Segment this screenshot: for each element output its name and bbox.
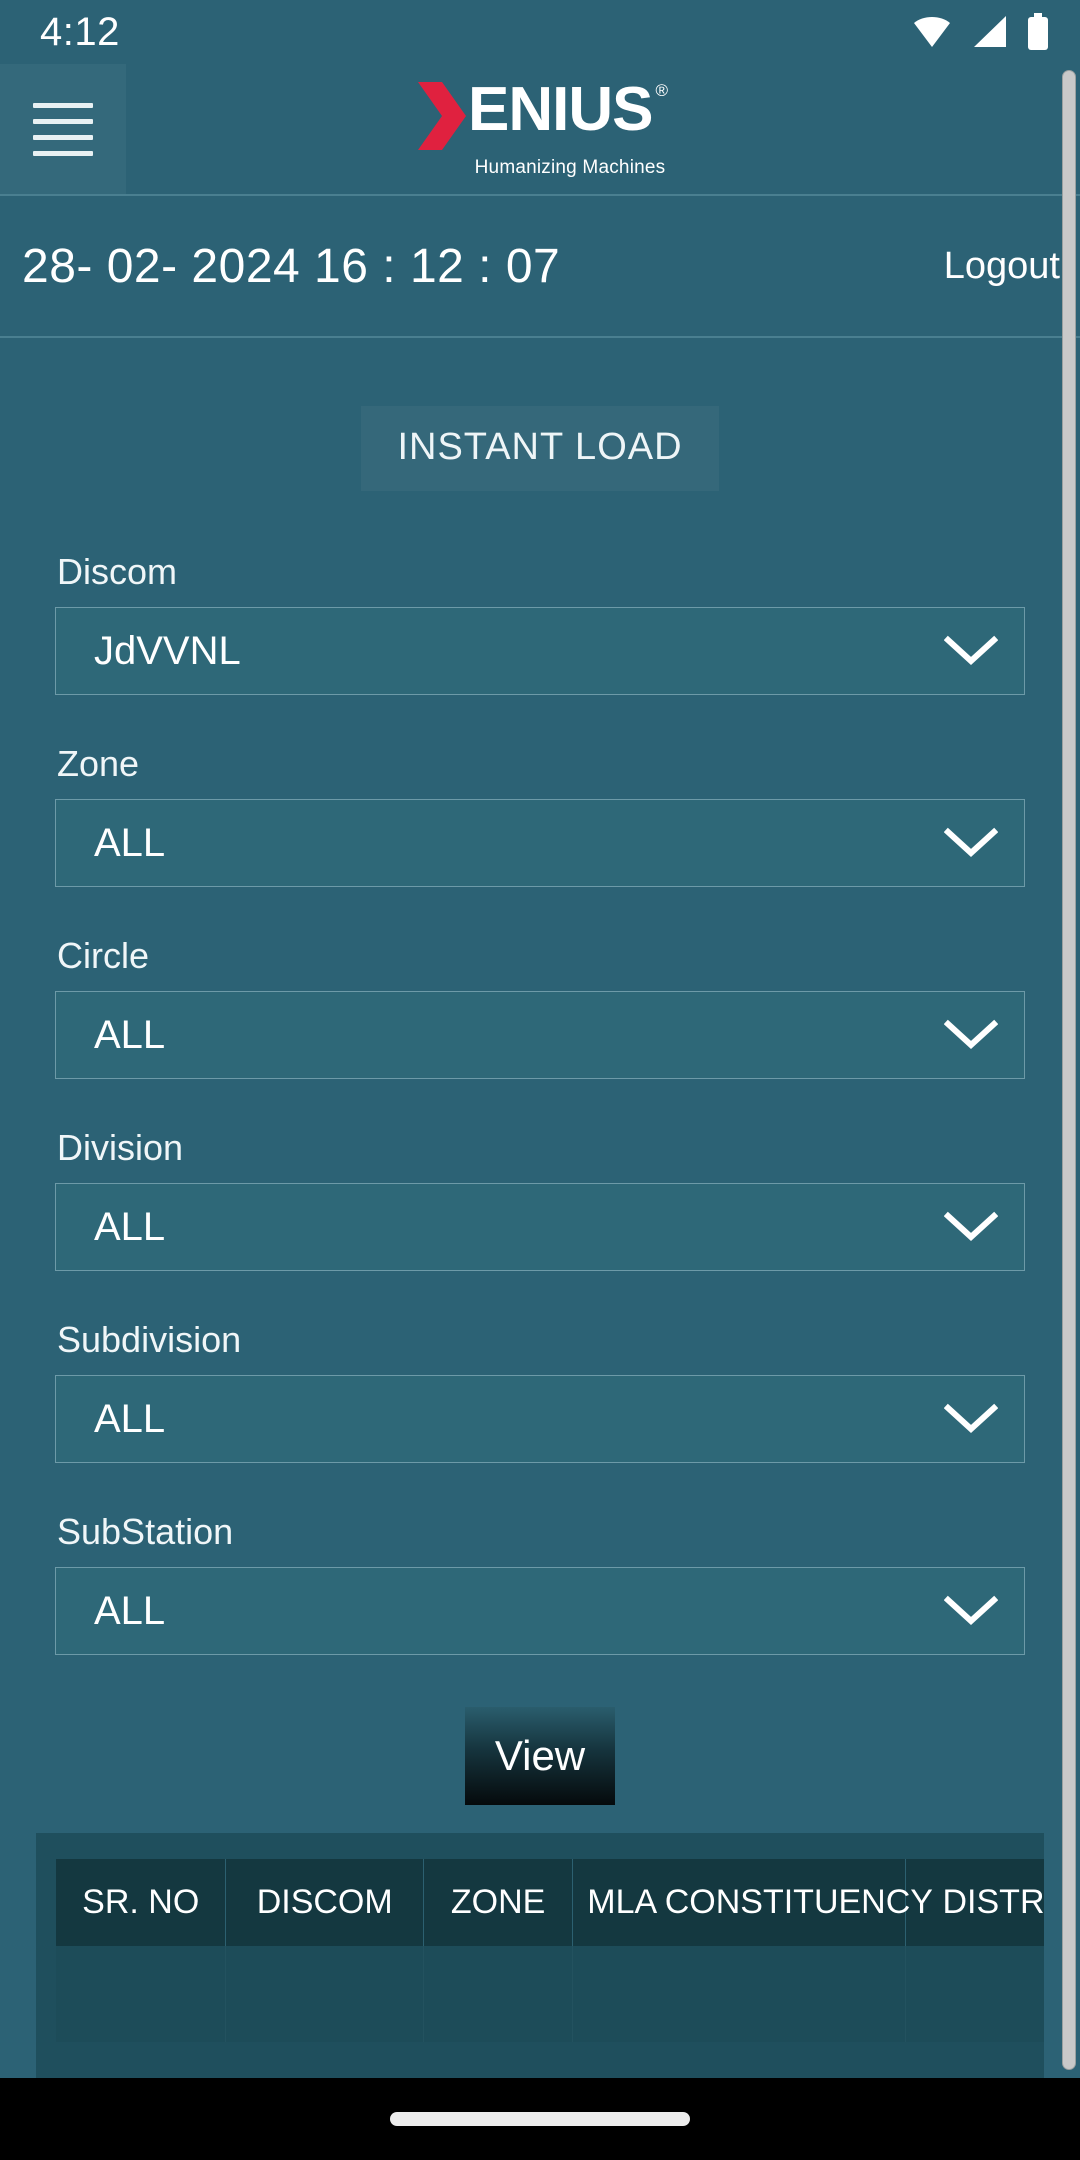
column-header-discom[interactable]: DISCOM: [225, 1859, 424, 1946]
results-table-panel: SR. NO DISCOM ZONE MLA CONSTITUENCY DIST…: [36, 1833, 1044, 2083]
field-label-zone: Zone: [57, 743, 140, 784]
table-cell: [56, 1946, 227, 2042]
hamburger-menu-icon[interactable]: [0, 64, 126, 194]
chevron-down-icon: [944, 827, 998, 858]
chevron-down-icon: [944, 1019, 998, 1050]
page-title-container: INSTANT LOAD: [0, 406, 1080, 491]
hamburger-bar: [33, 134, 93, 140]
chevron-down-icon: [944, 1595, 998, 1626]
column-header-zone[interactable]: ZONE: [423, 1859, 574, 1946]
table-cell: [905, 1946, 1044, 2042]
chevron-down-icon: [944, 1403, 998, 1434]
table-cell: [572, 1946, 907, 2042]
hamburger-bar: [33, 150, 93, 156]
status-bar: 4:12: [0, 0, 1080, 64]
table-cell: [225, 1946, 424, 2042]
select-discom[interactable]: JdVVNL: [55, 607, 1025, 695]
results-table-head: SR. NO DISCOM ZONE MLA CONSTITUENCY DIST…: [56, 1859, 1044, 1946]
app-header-bar: ENIUS ® Humanizing Machines: [0, 64, 1080, 194]
logo-chevron-icon: [417, 81, 466, 150]
column-header-mla-constituency[interactable]: MLA CONSTITUENCY: [572, 1859, 933, 1946]
results-table: SR. NO DISCOM ZONE MLA CONSTITUENCY DIST…: [56, 1859, 1044, 2042]
table-row: [56, 1946, 1044, 2042]
column-header-sr-no[interactable]: SR. NO: [56, 1859, 227, 1946]
chevron-down-icon: [944, 635, 998, 666]
results-table-body: [56, 1946, 1044, 2042]
field-substation: SubStation ALL: [55, 1511, 1025, 1655]
field-label-subdivision: Subdivision: [57, 1319, 242, 1360]
select-value-zone: ALL: [94, 820, 166, 865]
field-discom: Discom JdVVNL: [55, 551, 1025, 695]
field-label-division: Division: [57, 1127, 184, 1168]
table-header-row: SR. NO DISCOM ZONE MLA CONSTITUENCY DIST…: [56, 1859, 1044, 1946]
field-division: Division ALL: [55, 1127, 1025, 1271]
select-division[interactable]: ALL: [55, 1183, 1025, 1271]
logo-registered-mark: ®: [655, 80, 668, 100]
field-label-circle: Circle: [57, 935, 150, 976]
filter-form: Discom JdVVNL Zone ALL Circle ALL Divisi…: [0, 551, 1080, 1655]
field-zone: Zone ALL: [55, 743, 1025, 887]
main-content: INSTANT LOAD Discom JdVVNL Zone ALL Circ…: [0, 338, 1080, 2083]
select-value-circle: ALL: [94, 1012, 166, 1057]
phone-screen: 4:12 ENIUS ® Humanizing Machines 28- 02-…: [0, 0, 1080, 2160]
logo-tagline: Humanizing Machines: [474, 156, 666, 178]
logo-wordmark: ENIUS: [467, 74, 653, 144]
select-subdivision[interactable]: ALL: [55, 1375, 1025, 1463]
cellular-signal-icon: [974, 16, 1006, 47]
select-value-division: ALL: [94, 1204, 166, 1249]
chevron-down-icon: [944, 1211, 998, 1242]
select-value-discom: JdVVNL: [94, 628, 241, 673]
select-circle[interactable]: ALL: [55, 991, 1025, 1079]
results-table-scroll[interactable]: SR. NO DISCOM ZONE MLA CONSTITUENCY DIST…: [36, 1859, 1044, 2042]
hamburger-bar: [33, 102, 93, 108]
view-button-container: View: [0, 1707, 1080, 1805]
vertical-scrollbar[interactable]: [1062, 70, 1076, 2070]
page-title: INSTANT LOAD: [361, 406, 719, 491]
field-subdivision: Subdivision ALL: [55, 1319, 1025, 1463]
view-button[interactable]: View: [465, 1707, 615, 1805]
home-gesture-pill[interactable]: [390, 2112, 690, 2126]
app-logo: ENIUS ® Humanizing Machines: [0, 64, 1080, 194]
system-navigation-bar: [0, 2078, 1080, 2160]
select-value-substation: ALL: [94, 1588, 166, 1633]
select-value-subdivision: ALL: [94, 1396, 166, 1441]
logout-button[interactable]: Logout: [944, 245, 1060, 288]
battery-icon: [1028, 13, 1048, 50]
wifi-icon: [914, 17, 950, 47]
hamburger-bar: [33, 118, 93, 124]
field-label-discom: Discom: [57, 551, 178, 592]
status-bar-icons: [912, 13, 1050, 51]
datetime-logout-bar: 28- 02- 2024 16 : 12 : 07 Logout: [0, 194, 1080, 338]
field-circle: Circle ALL: [55, 935, 1025, 1079]
status-bar-clock: 4:12: [40, 9, 120, 54]
field-label-substation: SubStation: [57, 1511, 234, 1552]
table-cell: [423, 1946, 574, 2042]
select-substation[interactable]: ALL: [55, 1567, 1025, 1655]
select-zone[interactable]: ALL: [55, 799, 1025, 887]
current-datetime: 28- 02- 2024 16 : 12 : 07: [22, 239, 561, 293]
logo-mark: ENIUS ®: [412, 74, 668, 152]
